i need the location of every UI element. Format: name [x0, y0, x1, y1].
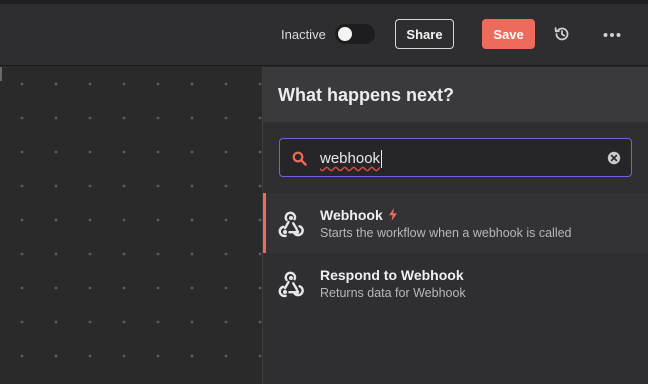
ellipsis-horizontal-icon[interactable]	[602, 32, 622, 38]
item-title: Respond to Webhook	[320, 267, 464, 283]
toggle-knob	[338, 27, 352, 41]
save-button[interactable]: Save	[482, 19, 535, 49]
top-bar: Inactive Share Save	[0, 0, 648, 66]
selection-indicator	[263, 193, 266, 253]
bolt-icon	[388, 208, 397, 221]
active-toggle[interactable]	[335, 24, 375, 44]
window-edge	[0, 0, 648, 4]
node-creator-panel: What happens next? webhook Webhook Start…	[262, 67, 648, 384]
item-description: Returns data for Webhook	[320, 286, 466, 300]
webhook-icon	[278, 211, 304, 238]
text-caret	[381, 150, 382, 168]
list-item-respond-to-webhook[interactable]: Respond to Webhook Returns data for Webh…	[263, 253, 648, 313]
share-button[interactable]: Share	[395, 19, 454, 49]
item-title-row: Webhook	[320, 207, 398, 223]
clear-circle-icon[interactable]	[607, 151, 621, 165]
item-description: Starts the workflow when a webhook is ca…	[320, 226, 572, 240]
webhook-icon	[278, 271, 304, 298]
history-icon[interactable]	[553, 25, 571, 43]
search-icon	[292, 151, 307, 166]
canvas-edge-marker	[0, 67, 2, 81]
workflow-status-label: Inactive	[281, 27, 326, 42]
panel-header: What happens next?	[263, 67, 648, 122]
workflow-canvas[interactable]	[0, 67, 262, 384]
panel-title: What happens next?	[278, 85, 455, 105]
list-item-webhook[interactable]: Webhook Starts the workflow when a webho…	[263, 193, 648, 253]
item-title: Webhook	[320, 207, 383, 223]
search-value[interactable]: webhook	[320, 150, 380, 167]
search-input[interactable]: webhook	[279, 138, 632, 177]
